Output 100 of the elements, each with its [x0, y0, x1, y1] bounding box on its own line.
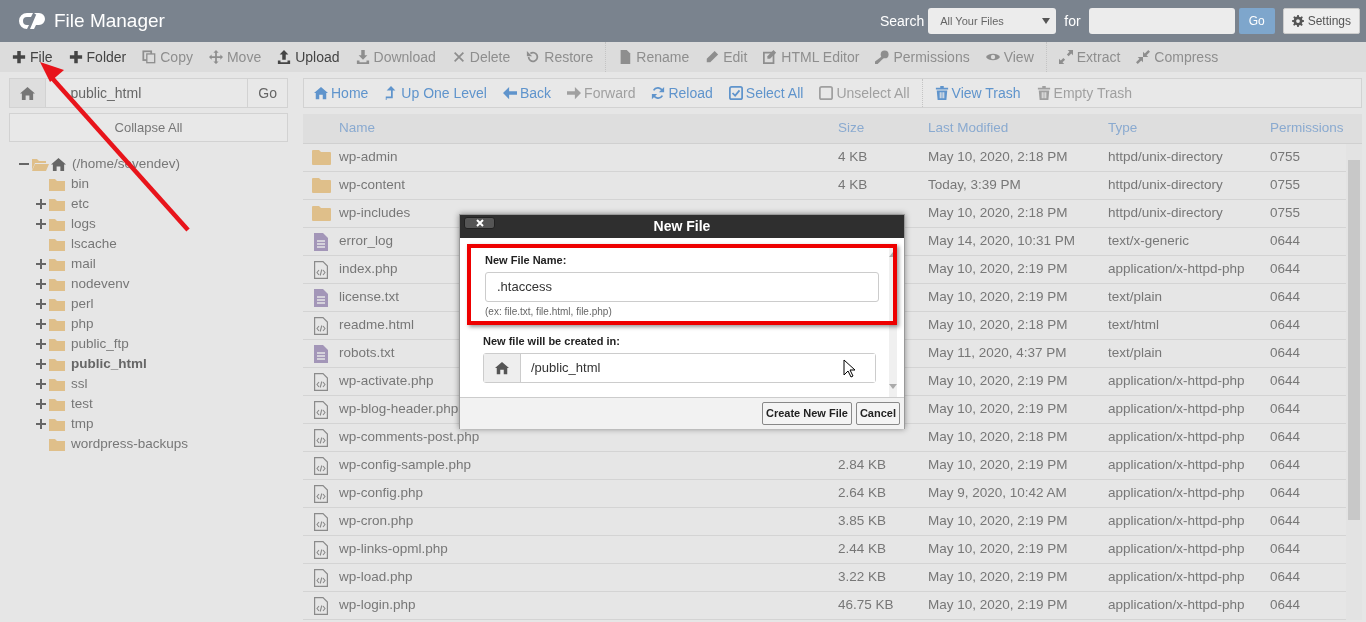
tree-item[interactable]: ssl: [71, 373, 88, 395]
copy-icon: [142, 50, 157, 64]
toolbar-button[interactable]: Upload: [269, 46, 348, 68]
table-cell-text: May 11, 2020, 4:37 PM: [928, 344, 1068, 363]
nav-button[interactable]: Select All: [720, 82, 812, 104]
expand-icon[interactable]: [36, 419, 46, 429]
table-cell-text: 0644: [1270, 484, 1302, 503]
nav-button[interactable]: Up One Level: [376, 82, 495, 104]
code-file-icon: [314, 568, 328, 587]
table-cell-text: 0644: [1270, 316, 1302, 335]
right-arrow-icon: [567, 86, 582, 100]
trash-icon: [934, 86, 949, 100]
file-name[interactable]: wp-login.php: [339, 595, 838, 616]
table-cell-text: application/x-httpd-php: [1108, 484, 1246, 503]
table-cell-text: application/x-httpd-php: [1108, 512, 1246, 531]
tree-item[interactable]: etc: [71, 193, 89, 215]
tree-item[interactable]: bin: [71, 173, 89, 195]
collapse-all-button[interactable]: Collapse All: [9, 113, 288, 142]
tree-item[interactable]: logs: [71, 213, 96, 235]
table-cell-text: 0644: [1270, 344, 1302, 363]
file-name[interactable]: wp-load.php: [339, 567, 838, 588]
table-cell-text: 0644: [1270, 260, 1302, 279]
expand-icon[interactable]: [36, 399, 46, 409]
caret-icon: [1042, 18, 1051, 24]
file-name-field[interactable]: .htaccess: [485, 271, 879, 302]
file-name[interactable]: wp-config-sample.php: [339, 455, 838, 476]
file-name[interactable]: wp-config.php: [339, 483, 838, 504]
search-go-button[interactable]: Go: [1238, 8, 1275, 34]
table-cell-text: text/html: [1108, 316, 1160, 335]
nav-button[interactable]: Home: [306, 82, 377, 104]
toolbar-button[interactable]: File: [4, 46, 61, 68]
table-cell-text: May 10, 2020, 2:19 PM: [928, 568, 1069, 587]
expand-icon[interactable]: [36, 319, 46, 329]
nav-button[interactable]: View Trash: [926, 82, 1029, 104]
plus-icon: [68, 50, 83, 64]
settings-button[interactable]: Settings: [1282, 8, 1360, 34]
tree-item[interactable]: php: [71, 313, 94, 335]
table-cell-text: May 10, 2020, 2:19 PM: [928, 288, 1069, 307]
nav-button[interactable]: Back: [494, 82, 560, 104]
table-cell-text: May 10, 2020, 2:18 PM: [928, 428, 1069, 447]
code-file-icon: [314, 428, 328, 447]
tree-item[interactable]: tmp: [71, 413, 94, 435]
logo-icon: [18, 11, 46, 31]
table-cell-text: 0644: [1270, 400, 1302, 419]
code-file-icon: [314, 456, 328, 475]
path-field[interactable]: public_html: [46, 78, 249, 108]
file-name[interactable]: wp-cron.php: [339, 511, 838, 532]
pencil-icon: [705, 50, 720, 64]
expand-icon[interactable]: [36, 279, 46, 289]
tree-item[interactable]: wordpress-backups: [71, 433, 189, 455]
move-icon: [208, 50, 223, 64]
tree-item[interactable]: test: [71, 393, 93, 415]
tree-item[interactable]: perl: [71, 293, 94, 315]
table-cell-text: application/x-httpd-php: [1108, 372, 1246, 391]
table-cell-text: 0644: [1270, 456, 1302, 475]
expand-icon[interactable]: [36, 259, 46, 269]
home-icon: [495, 360, 509, 375]
table-cell-text: application/x-httpd-php: [1108, 260, 1246, 279]
expand-icon[interactable]: [36, 299, 46, 309]
table-cell-text: May 10, 2020, 2:18 PM: [928, 316, 1069, 335]
path-go-button[interactable]: Go: [248, 78, 288, 108]
expand-icon[interactable]: [36, 359, 46, 369]
tree-item[interactable]: public_ftp: [71, 333, 129, 355]
cancel-button[interactable]: Cancel: [855, 402, 900, 425]
tree-item[interactable]: public_html: [71, 353, 147, 375]
expand-icon[interactable]: [36, 379, 46, 389]
location-field[interactable]: /public_html: [483, 352, 876, 383]
expand-icon[interactable]: [36, 219, 46, 229]
reload-icon: [651, 86, 666, 100]
table-cell-text: 2.84 KB: [838, 456, 888, 475]
expand-icon[interactable]: [36, 199, 46, 209]
file-name[interactable]: wp-content: [339, 175, 838, 196]
file-name[interactable]: wp-admin: [339, 147, 838, 168]
close-button[interactable]: [464, 217, 495, 229]
code-file-icon: [314, 400, 328, 419]
nav-button[interactable]: Reload: [643, 82, 721, 104]
table-cell-text: Today, 3:39 PM: [928, 176, 1022, 195]
search-scope-select[interactable]: All Your Files: [928, 8, 1057, 34]
tree-item[interactable]: mail: [71, 253, 96, 275]
dialog-title: New File: [653, 217, 711, 236]
folder-icon: [311, 150, 331, 165]
table-cell-text: 2.64 KB: [838, 484, 888, 503]
search-field[interactable]: [1088, 8, 1235, 34]
toolbar-button[interactable]: Folder: [60, 46, 135, 68]
table-cell-text: May 10, 2020, 2:19 PM: [928, 400, 1069, 419]
file-name[interactable]: wp-comments-post.php: [339, 427, 838, 448]
table-cell-text: May 14, 2020, 10:31 PM: [928, 232, 1077, 251]
home-icon: [51, 156, 66, 172]
expand-icon[interactable]: [36, 339, 46, 349]
table-cell-text: 0644: [1270, 596, 1302, 615]
compress-icon: [1136, 50, 1151, 64]
file-name[interactable]: wp-links-opml.php: [339, 539, 838, 560]
tree-item[interactable]: nodevenv: [71, 273, 130, 295]
restore-icon: [526, 50, 541, 64]
key-icon: [875, 50, 890, 64]
create-button[interactable]: Create New File: [762, 402, 852, 425]
table-cell-text: May 10, 2020, 2:19 PM: [928, 456, 1069, 475]
table-cell-text: May 10, 2020, 2:19 PM: [928, 512, 1069, 531]
table-cell-text: httpd/unix-directory: [1108, 176, 1224, 195]
tree-item[interactable]: lscache: [71, 233, 117, 255]
